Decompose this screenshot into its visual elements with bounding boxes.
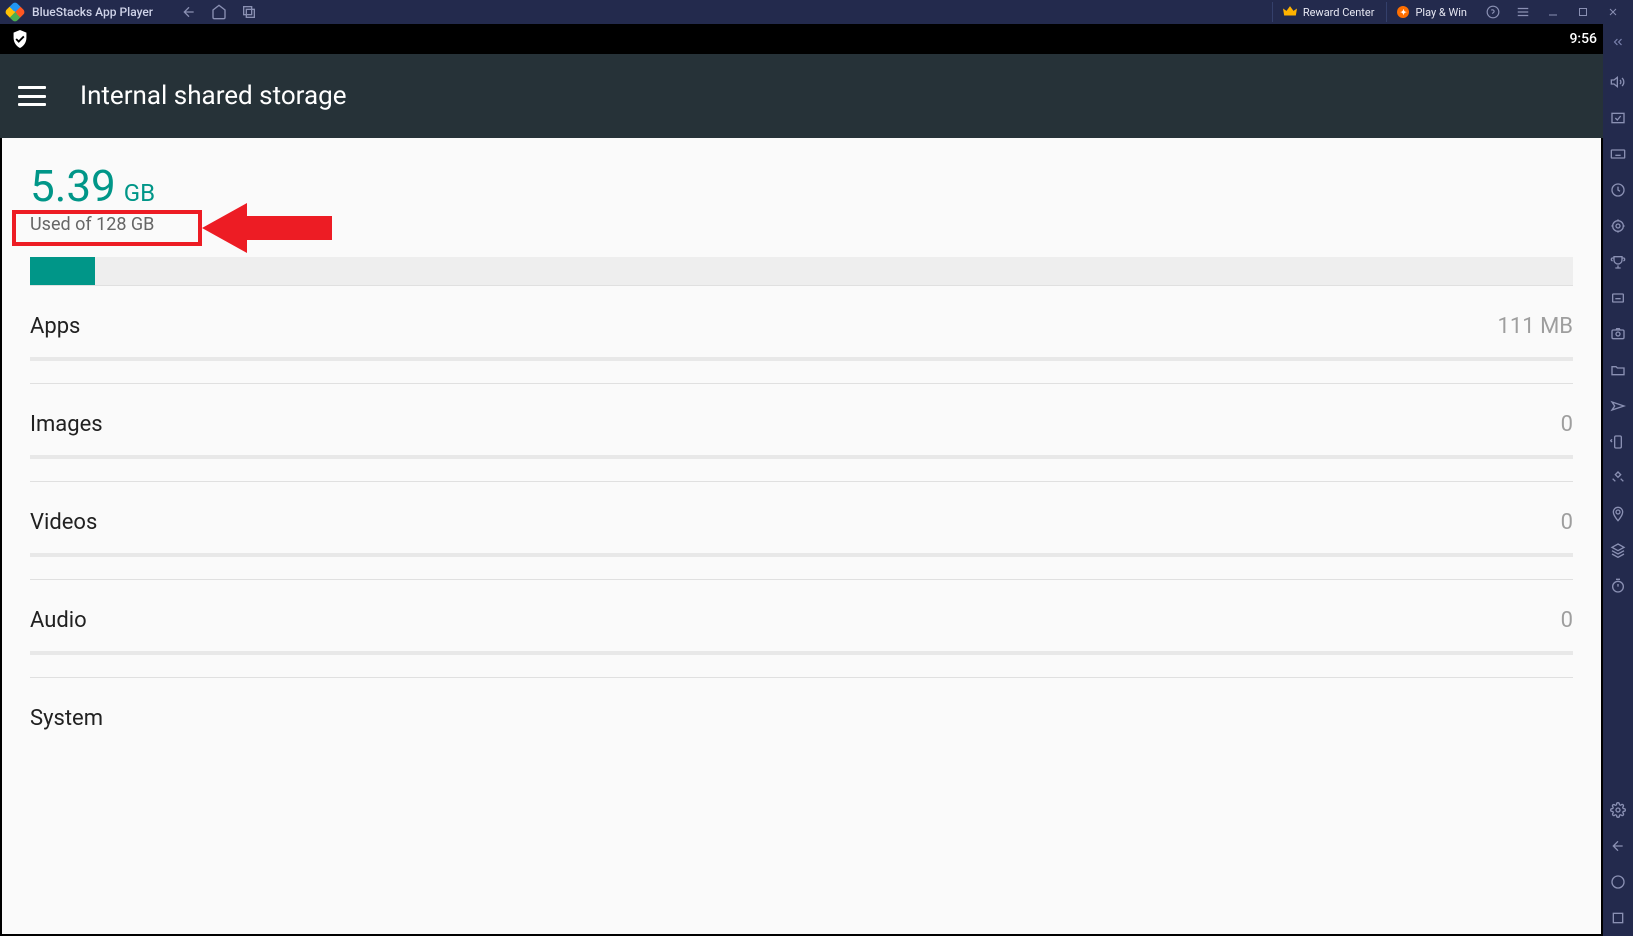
play-win-icon: ✦ xyxy=(1397,6,1409,18)
category-apps[interactable]: Apps 111 MB xyxy=(30,285,1573,383)
category-name: Images xyxy=(30,412,103,437)
category-name: Audio xyxy=(30,608,87,633)
help-button[interactable] xyxy=(1479,2,1507,22)
crown-icon xyxy=(1283,6,1297,18)
volume-icon[interactable] xyxy=(1603,64,1633,100)
target-icon[interactable] xyxy=(1603,208,1633,244)
folder-icon[interactable] xyxy=(1603,352,1633,388)
recents-icon[interactable] xyxy=(1603,900,1633,936)
category-name: Apps xyxy=(30,314,80,339)
sync-icon[interactable] xyxy=(1603,172,1633,208)
category-size: 0 xyxy=(1561,510,1573,535)
layers-icon[interactable] xyxy=(1603,532,1633,568)
category-name: Videos xyxy=(30,510,97,535)
bluestacks-logo-icon xyxy=(6,3,24,21)
recents-button[interactable] xyxy=(241,4,257,20)
close-button[interactable] xyxy=(1599,2,1627,22)
location-icon[interactable] xyxy=(1603,496,1633,532)
category-size: 0 xyxy=(1561,608,1573,633)
category-bar xyxy=(30,651,1573,655)
category-bar xyxy=(30,553,1573,557)
used-unit: GB xyxy=(124,179,155,207)
category-bar xyxy=(30,357,1573,361)
home-icon[interactable] xyxy=(1603,864,1633,900)
trophy-icon[interactable] xyxy=(1603,244,1633,280)
fullscreen-toggle-icon[interactable] xyxy=(1603,100,1633,136)
back-icon[interactable] xyxy=(1603,828,1633,864)
used-storage-label: Used of 128 GB xyxy=(30,214,154,235)
play-win-label: Play & Win xyxy=(1415,6,1467,19)
category-audio[interactable]: Audio 0 xyxy=(30,579,1573,677)
storage-progress-bar xyxy=(30,257,1573,285)
settings-icon[interactable] xyxy=(1603,792,1633,828)
shake-icon[interactable] xyxy=(1603,460,1633,496)
side-toolbar xyxy=(1603,24,1633,936)
app-name: BlueStacks App Player xyxy=(32,5,153,19)
reward-center-button[interactable]: Reward Center xyxy=(1272,2,1385,22)
storage-summary: 5.39 GB Used of 128 GB xyxy=(2,138,1601,285)
app-header: Internal shared storage xyxy=(0,54,1633,138)
category-name: System xyxy=(30,706,103,731)
keyboard-icon[interactable] xyxy=(1603,136,1633,172)
rotate-icon[interactable] xyxy=(1603,424,1633,460)
play-win-button[interactable]: ✦ Play & Win xyxy=(1386,2,1477,22)
minimize-button[interactable] xyxy=(1539,2,1567,22)
maximize-button[interactable] xyxy=(1569,2,1597,22)
timer-icon[interactable] xyxy=(1603,568,1633,604)
storage-main: 5.39 GB Used of 128 GB Apps 111 MB Image… xyxy=(0,138,1603,936)
storage-progress-fill xyxy=(30,257,95,285)
used-storage-value: 5.39 GB xyxy=(30,160,1573,212)
category-list: Apps 111 MB Images 0 Videos 0 Audio 0 xyxy=(2,285,1601,731)
category-videos[interactable]: Videos 0 xyxy=(30,481,1573,579)
apk-icon[interactable] xyxy=(1603,280,1633,316)
back-button[interactable] xyxy=(181,4,197,20)
hamburger-menu-button[interactable] xyxy=(18,86,46,106)
window-titlebar: BlueStacks App Player Reward Center ✦ Pl… xyxy=(0,0,1633,24)
clock: 9:56 xyxy=(1569,31,1597,47)
menu-button[interactable] xyxy=(1509,2,1537,22)
shield-icon xyxy=(12,30,28,48)
android-status-bar: 9:56 xyxy=(0,24,1633,54)
category-size: 111 MB xyxy=(1498,314,1573,339)
reward-center-label: Reward Center xyxy=(1303,6,1375,19)
home-button[interactable] xyxy=(211,4,227,20)
used-amount: 5.39 xyxy=(30,160,116,212)
airplane-icon[interactable] xyxy=(1603,388,1633,424)
category-images[interactable]: Images 0 xyxy=(30,383,1573,481)
screenshot-icon[interactable] xyxy=(1603,316,1633,352)
category-system[interactable]: System xyxy=(30,677,1573,731)
category-size: 0 xyxy=(1561,412,1573,437)
collapse-toolbar-button[interactable] xyxy=(1610,30,1626,54)
page-title: Internal shared storage xyxy=(80,81,347,111)
category-bar xyxy=(30,455,1573,459)
